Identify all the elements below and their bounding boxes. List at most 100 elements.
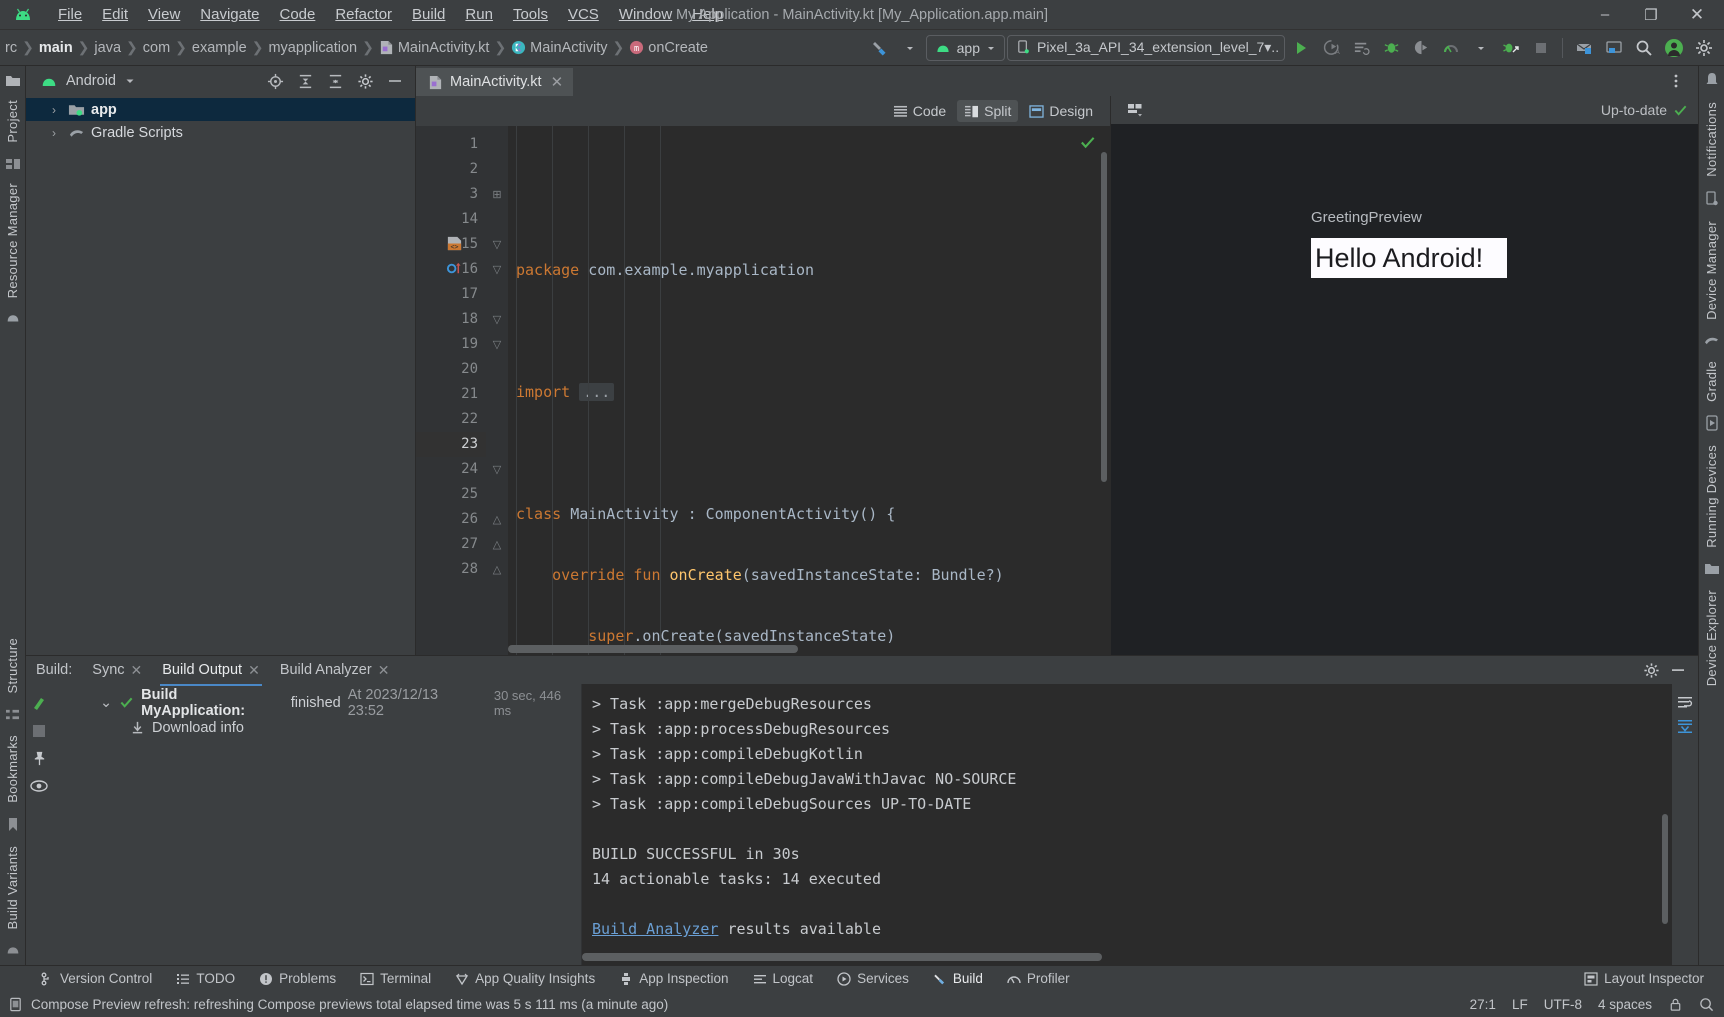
chevron-right-icon[interactable]: › (52, 103, 62, 117)
build-output-log[interactable]: > Task :app:mergeDebugResources > Task :… (582, 684, 1672, 965)
indent-setting[interactable]: 4 spaces (1598, 997, 1652, 1012)
fold-end-marker[interactable]: △ (486, 507, 508, 532)
tree-item-app[interactable]: › app (26, 98, 415, 121)
breadcrumb-java[interactable]: java (91, 40, 124, 56)
profiler-dropdown-icon[interactable] (1467, 34, 1495, 62)
build-tab-build-analyzer[interactable]: Build Analyzer ✕ (270, 658, 400, 683)
tool-button-app-quality-insights[interactable]: App Quality Insights (443, 971, 607, 986)
inspection-ok-icon[interactable] (1079, 134, 1096, 151)
android-resource-icon[interactable] (5, 310, 21, 324)
menu-help[interactable]: Help (682, 3, 733, 26)
sdk-manager-icon[interactable] (1600, 34, 1628, 62)
fold-collapse-marker[interactable]: ▽ (486, 457, 508, 482)
debug-icon[interactable] (1377, 34, 1405, 62)
notifications-icon[interactable] (1704, 72, 1720, 88)
maximize-button[interactable]: ❐ (1628, 1, 1674, 29)
sidebar-item-project[interactable]: Project (5, 96, 20, 147)
stop-icon[interactable] (32, 724, 46, 738)
gear-icon[interactable] (351, 67, 379, 95)
wrap-text-icon[interactable] (1676, 694, 1694, 710)
build-tab-build-output[interactable]: Build Output ✕ (152, 658, 270, 686)
close-icon[interactable]: ✕ (378, 662, 390, 679)
avatar-icon[interactable] (1660, 34, 1688, 62)
structure-tool-icon[interactable] (5, 708, 20, 721)
run-device-icon[interactable] (1407, 34, 1435, 62)
chevron-right-icon[interactable]: › (52, 126, 62, 140)
scroll-to-end-icon[interactable] (1676, 718, 1694, 734)
build-dropdown-icon[interactable] (896, 34, 924, 62)
menu-file[interactable]: File (48, 3, 92, 26)
compose-preview-icon[interactable]: <> (446, 235, 463, 252)
mode-button-design[interactable]: Design (1022, 100, 1100, 122)
build-tab-sync[interactable]: Sync ✕ (82, 658, 152, 683)
menu-tools[interactable]: Tools (503, 3, 558, 26)
fold-end-marker[interactable]: △ (486, 557, 508, 582)
stop-icon[interactable] (1527, 34, 1555, 62)
fold-collapse-marker[interactable]: ▽ (486, 232, 508, 257)
log-vertical-scrollbar[interactable] (1662, 814, 1668, 924)
tool-button-layout-inspector[interactable]: Layout Inspector (1572, 971, 1716, 986)
project-tool-icon[interactable] (5, 74, 21, 88)
close-icon[interactable]: ✕ (551, 73, 564, 91)
profile-icon[interactable] (1347, 34, 1375, 62)
menu-build[interactable]: Build (402, 3, 455, 26)
run-with-coverage-icon[interactable]: A (1317, 34, 1345, 62)
build-tree-row-root[interactable]: ⌄ Build MyApplication: finished At 2023/… (52, 687, 581, 719)
restart-build-icon[interactable] (30, 694, 48, 712)
menu-run[interactable]: Run (455, 3, 503, 26)
breadcrumb-mainactivity-class[interactable]: MainActivity (508, 40, 610, 56)
device-manager-icon[interactable] (1570, 34, 1598, 62)
project-view-selector-label[interactable]: Android (66, 73, 116, 89)
device-selector[interactable]: Pixel_3a_API_34_extension_level_7▾.. (1007, 34, 1285, 61)
collapse-all-icon[interactable] (321, 67, 349, 95)
tool-button-build[interactable]: Build (921, 971, 995, 986)
gear-icon[interactable] (1643, 662, 1660, 679)
code-text[interactable]: package com.example.myapplication import… (508, 126, 1110, 655)
sidebar-item-resource-manager[interactable]: Resource Manager (5, 179, 20, 302)
inspection-icon[interactable] (1699, 997, 1714, 1012)
breadcrumb-oncreate[interactable]: m onCreate (626, 40, 711, 56)
pin-icon[interactable] (31, 750, 48, 767)
settings-gear-icon[interactable] (1690, 34, 1718, 62)
menu-vcs[interactable]: VCS (558, 3, 609, 26)
eye-icon[interactable] (30, 779, 48, 793)
log-horizontal-scrollbar[interactable] (582, 953, 1658, 961)
menu-refactor[interactable]: Refactor (325, 3, 402, 26)
fold-end-marker[interactable]: △ (486, 532, 508, 557)
breadcrumb-com[interactable]: com (140, 40, 173, 56)
gradle-side-icon[interactable] (1703, 334, 1720, 347)
breadcrumb-myapplication[interactable]: myapplication (265, 40, 360, 56)
override-icon[interactable] (446, 260, 463, 277)
search-icon[interactable] (1630, 34, 1658, 62)
build-tree-row-download-info[interactable]: Download info (52, 715, 581, 740)
breadcrumb-rc[interactable]: rc (2, 40, 20, 56)
close-icon[interactable]: ✕ (131, 662, 143, 679)
module-selector[interactable]: app (925, 34, 1005, 61)
editor-vertical-scrollbar[interactable] (1101, 152, 1107, 482)
line-separator[interactable]: LF (1512, 997, 1528, 1012)
tool-button-logcat[interactable]: Logcat (741, 971, 826, 986)
menu-code[interactable]: Code (269, 3, 325, 26)
caret-position[interactable]: 27:1 (1470, 997, 1496, 1012)
mode-button-code[interactable]: Code (886, 100, 953, 122)
close-button[interactable]: ✕ (1674, 1, 1720, 29)
menu-view[interactable]: View (138, 3, 190, 26)
sidebar-item-bookmarks[interactable]: Bookmarks (5, 731, 20, 807)
tool-button-version-control[interactable]: Version Control (28, 971, 164, 986)
expand-all-icon[interactable] (291, 67, 319, 95)
tool-button-services[interactable]: Services (825, 971, 921, 986)
fold-collapse-marker[interactable]: ▽ (486, 257, 508, 282)
sidebar-item-build-variants[interactable]: Build Variants (5, 842, 20, 933)
minimize-icon[interactable] (1670, 662, 1686, 678)
editor-tab-mainactivity[interactable]: MainActivity.kt ✕ (416, 66, 574, 96)
sidebar-item-structure[interactable]: Structure (5, 634, 20, 697)
tool-button-problems[interactable]: Problems (247, 971, 348, 986)
build-analyzer-link[interactable]: Build Analyzer (592, 920, 718, 938)
attach-debugger-icon[interactable] (1497, 34, 1525, 62)
run-icon[interactable] (1287, 34, 1315, 62)
sidebar-item-device-explorer[interactable]: Device Explorer (1704, 586, 1719, 690)
close-icon[interactable]: ✕ (248, 662, 260, 679)
device-manager-side-icon[interactable] (1704, 191, 1720, 207)
locate-icon[interactable] (261, 67, 289, 95)
breadcrumb-example[interactable]: example (189, 40, 250, 56)
